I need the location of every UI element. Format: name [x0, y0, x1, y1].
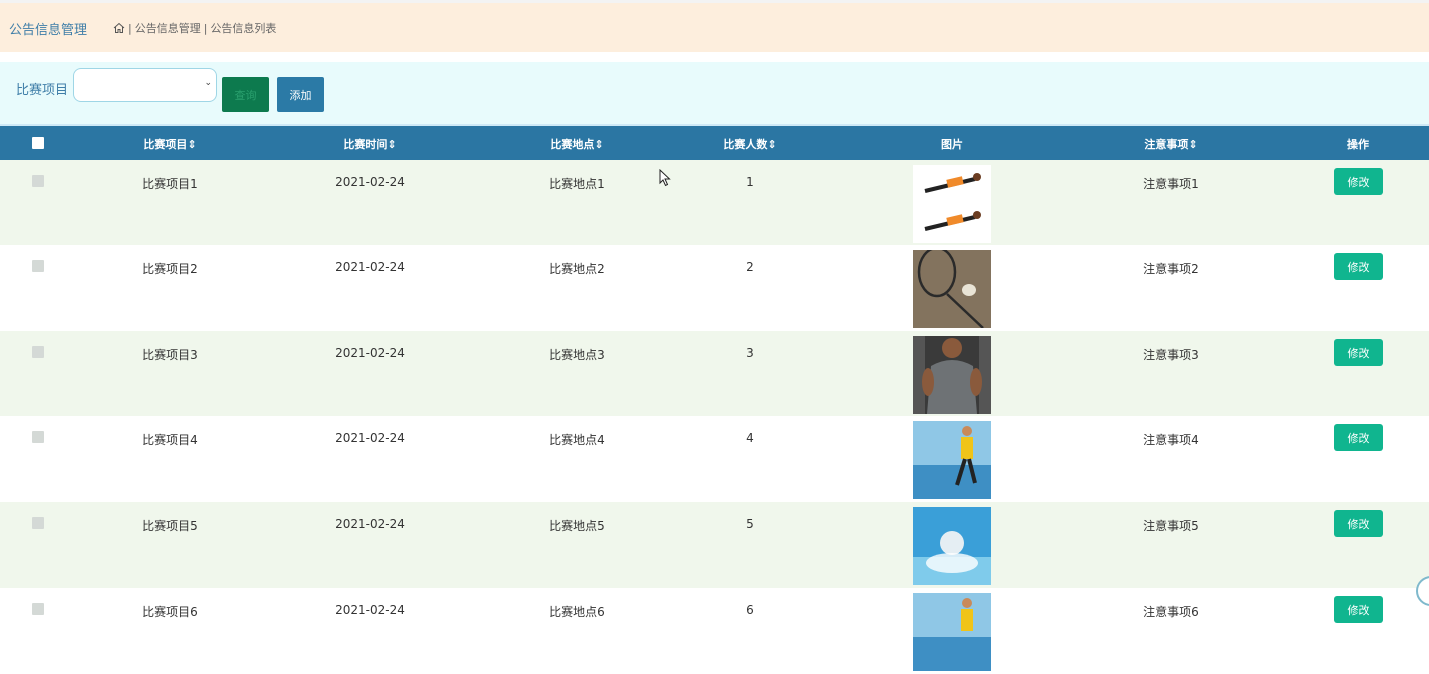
cell-time: 2021-02-24 [335, 346, 405, 360]
table-row: 比赛项目3 2021-02-24 比赛地点3 3 注意事项3 修改 [0, 331, 1429, 417]
breadcrumb-item-current: 公告信息列表 [210, 22, 277, 35]
add-button[interactable]: 添加 [277, 77, 324, 112]
edit-button[interactable]: 修改 [1334, 424, 1383, 451]
edit-button[interactable]: 修改 [1334, 510, 1383, 537]
breadcrumb: | 公告信息管理 | 公告信息列表 [113, 20, 276, 36]
mouse-cursor-icon [659, 168, 671, 191]
table-row: 比赛项目6 2021-02-24 比赛地点6 6 注意事项6 修改 [0, 588, 1429, 674]
cell-notes: 注意事项2 [1143, 262, 1199, 276]
cell-count: 4 [746, 431, 754, 445]
cell-notes: 注意事项1 [1143, 177, 1199, 191]
column-header-image: 图片 [941, 138, 963, 151]
cell-notes: 注意事项6 [1143, 605, 1199, 619]
breadcrumb-separator: | [128, 21, 132, 35]
column-header-count[interactable]: 比赛人数⇕ [723, 136, 776, 152]
breadcrumb-item-module[interactable]: 公告信息管理 [135, 20, 201, 36]
cell-count: 2 [746, 260, 754, 274]
search-label: 比赛项目 [16, 83, 69, 98]
column-header-actions: 操作 [1347, 138, 1369, 151]
cell-item: 比赛项目2 [142, 262, 198, 276]
cell-place: 比赛地点5 [549, 519, 605, 533]
row-checkbox[interactable] [32, 517, 44, 529]
cell-count: 3 [746, 346, 754, 360]
row-checkbox[interactable] [32, 175, 44, 187]
row-checkbox[interactable] [32, 260, 44, 272]
breadcrumb-separator: | [203, 21, 208, 35]
cell-item: 比赛项目6 [142, 605, 198, 619]
cell-time: 2021-02-24 [335, 603, 405, 617]
row-checkbox[interactable] [32, 431, 44, 443]
table-row: 比赛项目4 2021-02-24 比赛地点4 4 注意事项4 修改 [0, 416, 1429, 502]
plank-exercise-photo[interactable] [913, 165, 991, 243]
search-bar: 比赛项目 ⌄ 查询 添加 [0, 62, 1429, 124]
runner-seaside-photo[interactable] [913, 421, 991, 499]
edit-button[interactable]: 修改 [1334, 596, 1383, 623]
search-button[interactable]: 查询 [222, 77, 269, 112]
runner-seaside-photo[interactable] [913, 593, 991, 671]
cell-place: 比赛地点4 [549, 433, 605, 447]
home-icon[interactable] [113, 22, 125, 34]
gym-athlete-photo[interactable] [913, 336, 991, 414]
top-header-bar: 公告信息管理 | 公告信息管理 | 公告信息列表 [0, 0, 1429, 52]
cell-count: 6 [746, 603, 754, 617]
cell-count: 1 [746, 175, 754, 189]
cell-place: 比赛地点1 [549, 177, 605, 191]
page-title: 公告信息管理 [9, 23, 88, 38]
column-header-place[interactable]: 比赛地点⇕ [550, 136, 603, 152]
cell-notes: 注意事项5 [1143, 519, 1199, 533]
cell-place: 比赛地点6 [549, 605, 605, 619]
cell-item: 比赛项目1 [142, 177, 198, 191]
table-row: 比赛项目5 2021-02-24 比赛地点5 5 注意事项5 修改 [0, 502, 1429, 588]
select-all-checkbox[interactable] [32, 137, 44, 149]
cell-notes: 注意事项3 [1143, 348, 1199, 362]
cell-count: 5 [746, 517, 754, 531]
row-checkbox[interactable] [32, 346, 44, 358]
edit-button[interactable]: 修改 [1334, 168, 1383, 195]
table-row: 比赛项目1 2021-02-24 比赛地点1 1 注意事项1 修改 [0, 160, 1429, 246]
cell-time: 2021-02-24 [335, 517, 405, 531]
project-select[interactable]: ⌄ [73, 68, 217, 102]
cell-place: 比赛地点2 [549, 262, 605, 276]
row-checkbox[interactable] [32, 603, 44, 615]
column-header-time[interactable]: 比赛时间⇕ [343, 136, 396, 152]
cell-place: 比赛地点3 [549, 348, 605, 362]
edit-button[interactable]: 修改 [1334, 253, 1383, 280]
table-row: 比赛项目2 2021-02-24 比赛地点2 2 注意事项2 修改 [0, 245, 1429, 331]
edit-button[interactable]: 修改 [1334, 339, 1383, 366]
cell-time: 2021-02-24 [335, 260, 405, 274]
cell-time: 2021-02-24 [335, 431, 405, 445]
column-header-notes[interactable]: 注意事项⇕ [1144, 136, 1197, 152]
cell-item: 比赛项目3 [142, 348, 198, 362]
column-header-item[interactable]: 比赛项目⇕ [143, 136, 196, 152]
swimmer-photo[interactable] [913, 507, 991, 585]
badminton-racket-photo[interactable] [913, 250, 991, 328]
chevron-down-icon: ⌄ [204, 78, 212, 88]
cell-item: 比赛项目5 [142, 519, 198, 533]
cell-time: 2021-02-24 [335, 175, 405, 189]
cell-notes: 注意事项4 [1143, 433, 1199, 447]
table-header: 比赛项目⇕ 比赛时间⇕ 比赛地点⇕ 比赛人数⇕ 图片 注意事项⇕ 操作 [0, 124, 1429, 160]
cell-item: 比赛项目4 [142, 433, 198, 447]
